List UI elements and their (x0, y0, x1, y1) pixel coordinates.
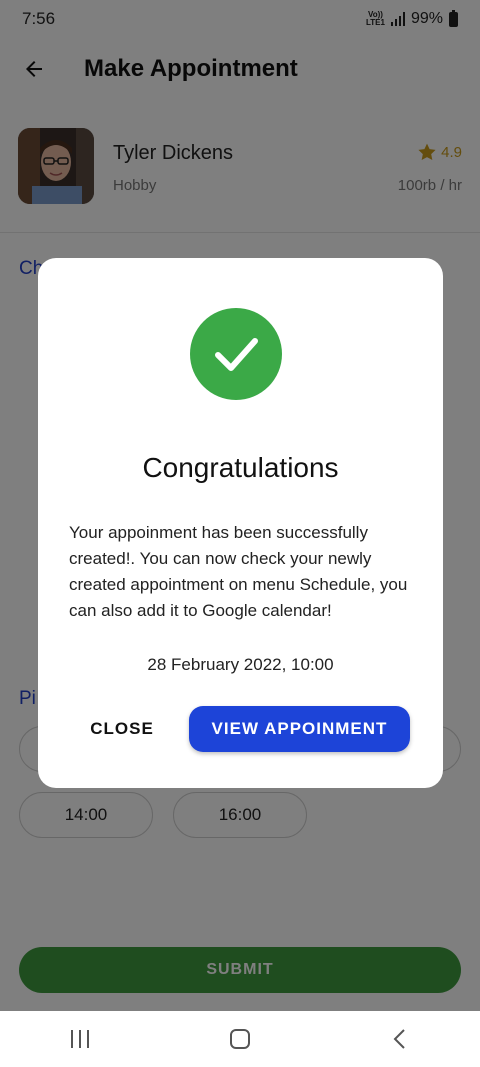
screen: 7:56 Vo)) LTE1 99% Make Appointment (0, 0, 480, 1067)
back-nav-button[interactable] (370, 1011, 430, 1067)
appointment-datetime: 28 February 2022, 10:00 (147, 655, 334, 674)
home-icon (230, 1029, 250, 1049)
recent-apps-icon (71, 1030, 89, 1048)
dialog-title: Congratulations (142, 452, 339, 483)
dialog-message: Your appoinment has been successfully cr… (69, 523, 408, 620)
chevron-left-icon (393, 1029, 405, 1049)
success-dialog: Congratulations Your appoinment has been… (38, 258, 443, 788)
home-button[interactable] (210, 1011, 270, 1067)
success-check-icon (190, 308, 282, 400)
close-button[interactable]: CLOSE (74, 706, 170, 752)
view-appointment-button[interactable]: VIEW APPOINMENT (189, 706, 410, 752)
system-nav-bar (0, 1011, 480, 1067)
recent-apps-button[interactable] (50, 1011, 110, 1067)
